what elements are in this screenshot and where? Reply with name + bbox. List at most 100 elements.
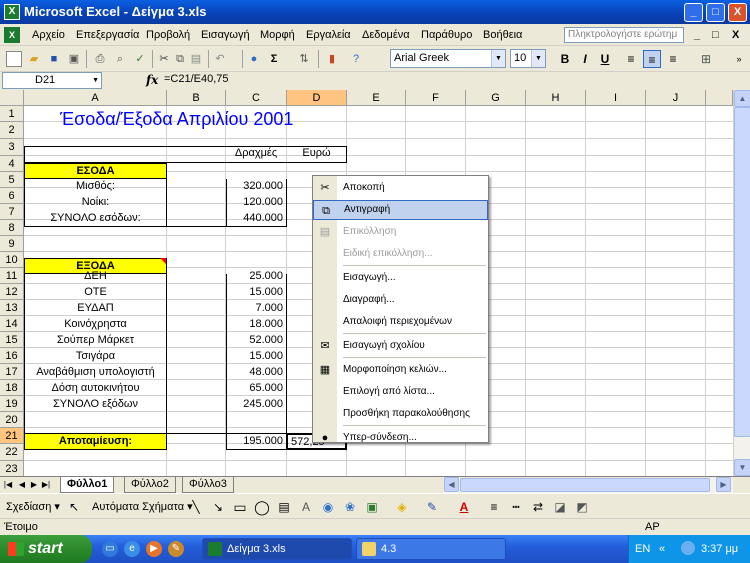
- row-header-21[interactable]: 21: [0, 428, 24, 444]
- doc-minimize-button[interactable]: _: [694, 29, 700, 41]
- save-icon[interactable]: ■: [46, 51, 62, 67]
- network-icon[interactable]: [681, 541, 695, 555]
- shadow-icon[interactable]: ◪: [552, 499, 568, 515]
- column-header-partial[interactable]: [706, 90, 733, 106]
- context-menu-item[interactable]: Απαλοιφή περιεχομένων: [313, 312, 488, 332]
- open-icon[interactable]: ▰: [26, 51, 42, 67]
- font-size-select[interactable]: 10 ▼: [510, 49, 546, 68]
- name-box[interactable]: D21 ▼: [2, 72, 102, 89]
- menu-data[interactable]: Δεδομένα: [362, 29, 410, 41]
- vertical-scrollbar[interactable]: ▲ ▼: [733, 90, 750, 476]
- line-icon[interactable]: ╲: [188, 499, 204, 515]
- row-header-9[interactable]: 9: [0, 236, 24, 252]
- doc-restore-button[interactable]: □: [712, 29, 719, 41]
- chart-wizard-icon[interactable]: ▮: [324, 51, 340, 67]
- row-header-7[interactable]: 7: [0, 204, 24, 220]
- hscroll-thumb[interactable]: [460, 478, 710, 492]
- horizontal-scrollbar[interactable]: ◀ ▶: [444, 477, 733, 493]
- start-button[interactable]: start: [0, 535, 92, 563]
- paste-icon[interactable]: ▤: [188, 51, 204, 67]
- close-button[interactable]: X: [728, 3, 747, 22]
- fill-color-icon[interactable]: ◈: [394, 499, 410, 515]
- minimize-button[interactable]: _: [684, 3, 703, 22]
- last-sheet-icon[interactable]: ▶|: [41, 479, 51, 491]
- scroll-left-icon[interactable]: ◀: [444, 477, 459, 492]
- rectangle-icon[interactable]: ▭: [232, 499, 248, 515]
- cut-icon[interactable]: ✂: [156, 51, 172, 67]
- help-question-input[interactable]: Πληκτρολογήστε ερώτημ: [564, 27, 684, 43]
- next-sheet-icon[interactable]: ▶: [29, 479, 39, 491]
- sheet-tab-3[interactable]: Φύλλο3: [182, 477, 234, 493]
- italic-button[interactable]: I: [576, 50, 594, 68]
- row-header-18[interactable]: 18: [0, 380, 24, 396]
- clipart-icon[interactable]: ❀: [342, 499, 358, 515]
- column-header-b[interactable]: B: [167, 90, 226, 106]
- borders-icon[interactable]: ⊞: [697, 50, 715, 68]
- scroll-up-icon[interactable]: ▲: [734, 90, 750, 107]
- undo-icon[interactable]: ↶: [212, 51, 228, 67]
- align-right-icon[interactable]: ≡: [664, 50, 682, 68]
- context-menu-item[interactable]: ✉ Εισαγωγή σχολίου: [313, 336, 488, 356]
- row-header-5[interactable]: 5: [0, 172, 24, 188]
- show-desktop-icon[interactable]: ▭: [102, 541, 118, 557]
- taskbar-excel-button[interactable]: Δείγμα 3.xls: [202, 538, 352, 560]
- picture-icon[interactable]: ▣: [364, 499, 380, 515]
- excel-icon[interactable]: X: [4, 4, 20, 20]
- header-drachmes[interactable]: Δραχμές: [226, 147, 286, 162]
- row-header-17[interactable]: 17: [0, 364, 24, 380]
- doc-close-button[interactable]: X: [732, 29, 739, 41]
- function-icon[interactable]: fx: [146, 73, 158, 87]
- align-center-icon[interactable]: ≡: [643, 50, 661, 68]
- row-header-4[interactable]: 4: [0, 156, 24, 172]
- workbook-icon[interactable]: X: [4, 27, 20, 43]
- scrollbar-thumb[interactable]: [734, 107, 750, 437]
- select-all-corner[interactable]: [0, 90, 24, 106]
- row-header-6[interactable]: 6: [0, 188, 24, 204]
- scroll-right-icon[interactable]: ▶: [716, 477, 731, 492]
- line-color-icon[interactable]: ✎: [424, 499, 440, 515]
- row-header-14[interactable]: 14: [0, 316, 24, 332]
- font-name-select[interactable]: Arial Greek ▼: [390, 49, 506, 68]
- column-header-e[interactable]: E: [347, 90, 406, 106]
- underline-button[interactable]: U: [596, 50, 614, 68]
- context-menu-item[interactable]: Διαγραφή...: [313, 290, 488, 310]
- context-menu-item[interactable]: ✂ Αποκοπή: [313, 178, 488, 198]
- 3d-icon[interactable]: ◩: [574, 499, 590, 515]
- bold-button[interactable]: B: [556, 50, 574, 68]
- column-header-j[interactable]: J: [646, 90, 706, 106]
- help-icon[interactable]: ?: [348, 51, 364, 67]
- toolbar-options-icon[interactable]: »: [730, 50, 748, 68]
- row-header-8[interactable]: 8: [0, 220, 24, 236]
- row-header-11[interactable]: 11: [0, 268, 24, 284]
- menu-insert[interactable]: Εισαγωγή: [201, 29, 250, 41]
- row-header-13[interactable]: 13: [0, 300, 24, 316]
- row-header-19[interactable]: 19: [0, 396, 24, 412]
- permission-icon[interactable]: ▣: [66, 51, 82, 67]
- row-header-3[interactable]: 3: [0, 139, 24, 156]
- sort-icon[interactable]: ⇅: [296, 51, 312, 67]
- row-header-23[interactable]: 23: [0, 461, 24, 476]
- media-player-icon[interactable]: ▶: [146, 541, 162, 557]
- row-header-12[interactable]: 12: [0, 284, 24, 300]
- context-menu-item[interactable]: Εισαγωγή...: [313, 268, 488, 288]
- hyperlink-icon[interactable]: ●: [246, 51, 262, 67]
- income-header[interactable]: ΕΣΟΔΑ: [24, 163, 167, 179]
- new-icon[interactable]: [6, 51, 22, 67]
- menu-tools[interactable]: Εργαλεία: [306, 29, 351, 41]
- sheet-tab-1[interactable]: Φύλλο1: [60, 477, 115, 493]
- sheet-title[interactable]: Έσοδα/Έξοδα Απριλίου 2001: [60, 108, 293, 132]
- tray-chevron-icon[interactable]: «: [659, 543, 665, 555]
- formula-input[interactable]: =C21/E40,75: [164, 73, 229, 85]
- arrow-icon[interactable]: ↘: [210, 499, 226, 515]
- column-header-d[interactable]: D: [287, 90, 347, 106]
- savings-label[interactable]: Αποταμίευση:: [24, 433, 167, 450]
- language-indicator[interactable]: EN: [635, 543, 650, 555]
- textbox-icon[interactable]: ▤: [276, 499, 292, 515]
- select-objects-icon[interactable]: ↖: [66, 499, 82, 515]
- diagram-icon[interactable]: ◉: [320, 499, 336, 515]
- context-menu-item[interactable]: ▦ Μορφοποίηση κελιών...: [313, 360, 488, 380]
- menu-help[interactable]: Βοήθεια: [483, 29, 522, 41]
- font-color-icon[interactable]: A: [456, 499, 472, 515]
- autoshapes-button[interactable]: Αυτόματα Σχήματα ▾: [92, 500, 193, 513]
- copy-icon[interactable]: ⧉: [172, 51, 188, 67]
